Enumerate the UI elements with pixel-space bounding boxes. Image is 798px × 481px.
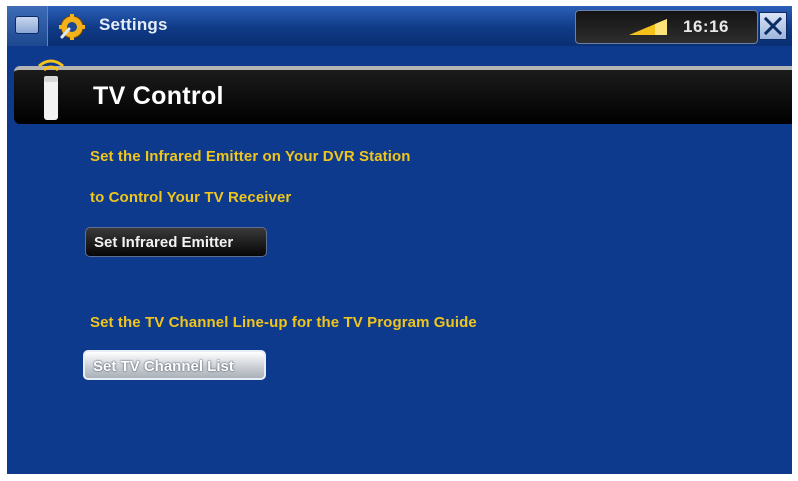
menu-tab[interactable]: [7, 6, 48, 46]
set-tv-channel-list-button[interactable]: Set TV Channel List: [83, 350, 266, 380]
close-icon: [764, 17, 782, 35]
settings-gear-icon: [59, 14, 85, 40]
close-button[interactable]: [759, 12, 787, 40]
channel-lineup-description: Set the TV Channel Line-up for the TV Pr…: [90, 314, 477, 331]
settings-screen: Settings 16:16 TV Control Set the Infrar…: [7, 6, 792, 474]
status-area: 16:16: [575, 10, 758, 44]
app-title: Settings: [99, 15, 168, 34]
menu-tab-icon: [15, 16, 39, 34]
section-title: TV Control: [93, 82, 224, 110]
emitter-description-line-2: to Control Your TV Receiver: [90, 189, 292, 206]
clock: 16:16: [683, 17, 729, 36]
signal-strength-icon: [629, 19, 667, 35]
set-infrared-emitter-button[interactable]: Set Infrared Emitter: [85, 227, 267, 257]
emitter-description-line-1: Set the Infrared Emitter on Your DVR Sta…: [90, 148, 411, 165]
title-bar: Settings 16:16: [7, 6, 792, 46]
remote-control-icon: [38, 59, 64, 120]
section-header: TV Control: [14, 59, 792, 124]
